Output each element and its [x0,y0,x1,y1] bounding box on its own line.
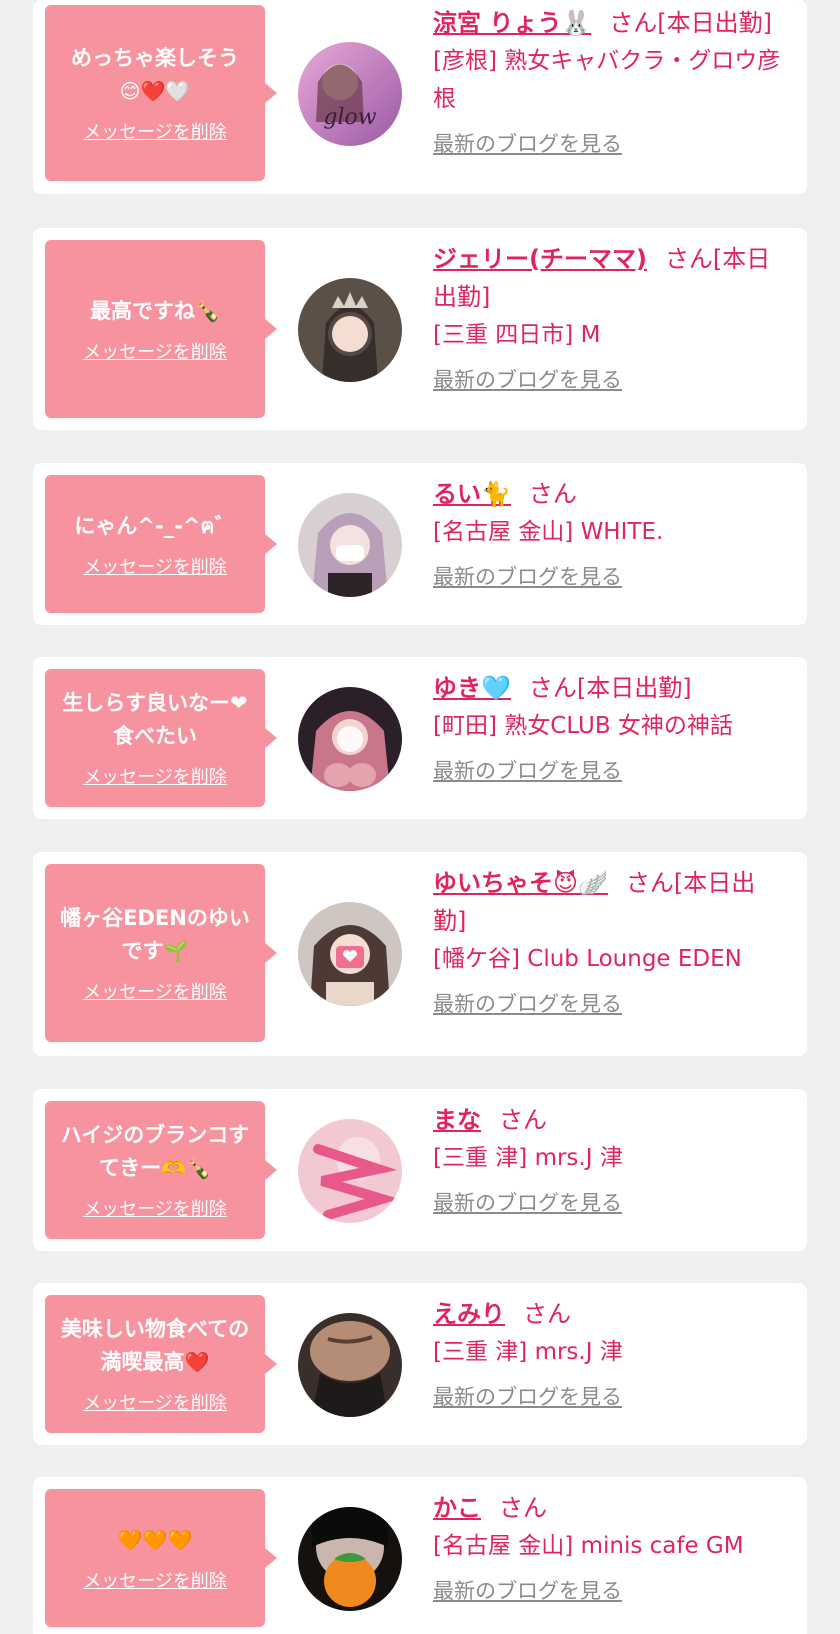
shop-name: [三重 津] mrs.J 津 [433,1339,623,1365]
avatar[interactable] [298,687,402,791]
avatar[interactable]: glow [298,42,402,146]
message-text: 幡ヶ谷EDENのゆいです🌱 [60,906,250,963]
shop-name: [三重 津] mrs.J 津 [433,1145,623,1171]
user-name-link[interactable]: かこ [433,1494,481,1522]
message-bubble: 🧡🧡🧡 メッセージを削除 [45,1489,277,1627]
user-suffix: さん[本日出勤] [528,674,692,702]
message-card: 幡ヶ谷EDENのゆいです🌱 メッセージを削除 ゆいちゃそ😈🪽 さん[本日出勤] [… [33,852,807,1056]
user-suffix: さん [499,1106,547,1134]
message-card: めっちゃ楽しそう 😊❤️🤍 メッセージを削除 glow 涼宮 りょう🐰 さん[本日出… [33,0,807,194]
user-suffix: さん[本日出勤] [609,9,772,37]
delete-message-link[interactable]: メッセージを削除 [83,978,227,1004]
delete-message-link[interactable]: メッセージを削除 [83,553,227,579]
view-blog-link[interactable]: 最新のブログを見る [433,364,622,394]
message-card: ハイジのブランコすてきー🫶🍾 メッセージを削除 まな さん [三重 津] mrs.… [33,1089,807,1251]
avatar[interactable] [298,278,402,382]
message-bubble: めっちゃ楽しそう 😊❤️🤍 メッセージを削除 [45,5,277,181]
delete-message-link[interactable]: メッセージを削除 [83,763,227,789]
message-bubble: ハイジのブランコすてきー🫶🍾 メッセージを削除 [45,1101,277,1239]
message-card: 美味しい物食べての満喫最高❤️ メッセージを削除 えみり さん [三重 津] mr… [33,1283,807,1445]
message-bubble: 美味しい物食べての満喫最高❤️ メッセージを削除 [45,1295,277,1433]
message-bubble: 最高ですね🍾 メッセージを削除 [45,240,277,418]
delete-message-link[interactable]: メッセージを削除 [83,118,227,144]
user-name-link[interactable]: まな [433,1106,481,1134]
user-suffix: さん [523,1300,571,1328]
view-blog-link[interactable]: 最新のブログを見る [433,128,622,158]
delete-message-link[interactable]: メッセージを削除 [83,1195,227,1221]
avatar[interactable] [298,902,402,1006]
shop-name: [彦根] 熟女キャバクラ・グロウ彦根 [433,48,781,112]
user-suffix: さん [528,480,577,508]
message-text: めっちゃ楽しそう 😊❤️🤍 [71,46,239,103]
shop-name: [幡ケ谷] Club Lounge EDEN [433,946,742,972]
avatar[interactable] [298,1313,402,1417]
view-blog-link[interactable]: 最新のブログを見る [433,561,622,591]
view-blog-link[interactable]: 最新のブログを見る [433,755,622,785]
shop-name: [名古屋 金山] minis cafe GM [433,1533,744,1559]
message-bubble: 幡ヶ谷EDENのゆいです🌱 メッセージを削除 [45,864,277,1042]
message-text: 最高ですね🍾 [90,298,220,323]
user-suffix: さん [499,1494,547,1522]
message-text: にゃん^-_-^ฅ゛ [74,513,236,538]
user-name-link[interactable]: ゆき🩵 [433,674,511,702]
avatar[interactable] [298,1119,402,1223]
user-name-link[interactable]: 涼宮 りょう🐰 [433,9,591,37]
message-bubble: にゃん^-_-^ฅ゛ メッセージを削除 [45,475,277,613]
delete-message-link[interactable]: メッセージを削除 [83,1389,227,1415]
message-text: 🧡🧡🧡 [117,1527,193,1552]
shop-name: [名古屋 金山] WHITE. [433,519,664,545]
view-blog-link[interactable]: 最新のブログを見る [433,1381,622,1411]
message-card: 生しらす良いなー❤食べたい メッセージを削除 ゆき🩵 さん[本日出勤] [町田] … [33,657,807,819]
shop-name: [三重 四日市] M [433,322,601,348]
view-blog-link[interactable]: 最新のブログを見る [433,1575,622,1605]
message-card: 🧡🧡🧡 メッセージを削除 かこ さん [名古屋 金山] minis cafe GM… [33,1477,807,1634]
user-name-link[interactable]: ゆいちゃそ😈🪽 [433,869,608,897]
user-name-link[interactable]: るい🐈 [433,480,511,508]
view-blog-link[interactable]: 最新のブログを見る [433,988,622,1018]
message-text: 生しらす良いなー❤食べたい [62,691,248,748]
user-name-link[interactable]: ジェリー(チーママ) [433,245,647,273]
delete-message-link[interactable]: メッセージを削除 [83,1567,227,1593]
avatar[interactable] [298,493,402,597]
delete-message-link[interactable]: メッセージを削除 [83,338,227,364]
view-blog-link[interactable]: 最新のブログを見る [433,1187,622,1217]
shop-name: [町田] 熟女CLUB 女神の神話 [433,713,733,739]
avatar-logo-text: glow [323,105,376,130]
message-card: 最高ですね🍾 メッセージを削除 ジェリー(チーママ) さん[本日出勤] [三重 四… [33,228,807,430]
message-bubble: 生しらす良いなー❤食べたい メッセージを削除 [45,669,277,807]
message-card: にゃん^-_-^ฅ゛ メッセージを削除 るい🐈 さん [名古屋 金山] WHITE… [33,463,807,625]
message-text: ハイジのブランコすてきー🫶🍾 [60,1123,250,1180]
avatar[interactable] [298,1507,402,1611]
user-name-link[interactable]: えみり [433,1300,505,1328]
message-text: 美味しい物食べての満喫最高❤️ [60,1317,250,1374]
